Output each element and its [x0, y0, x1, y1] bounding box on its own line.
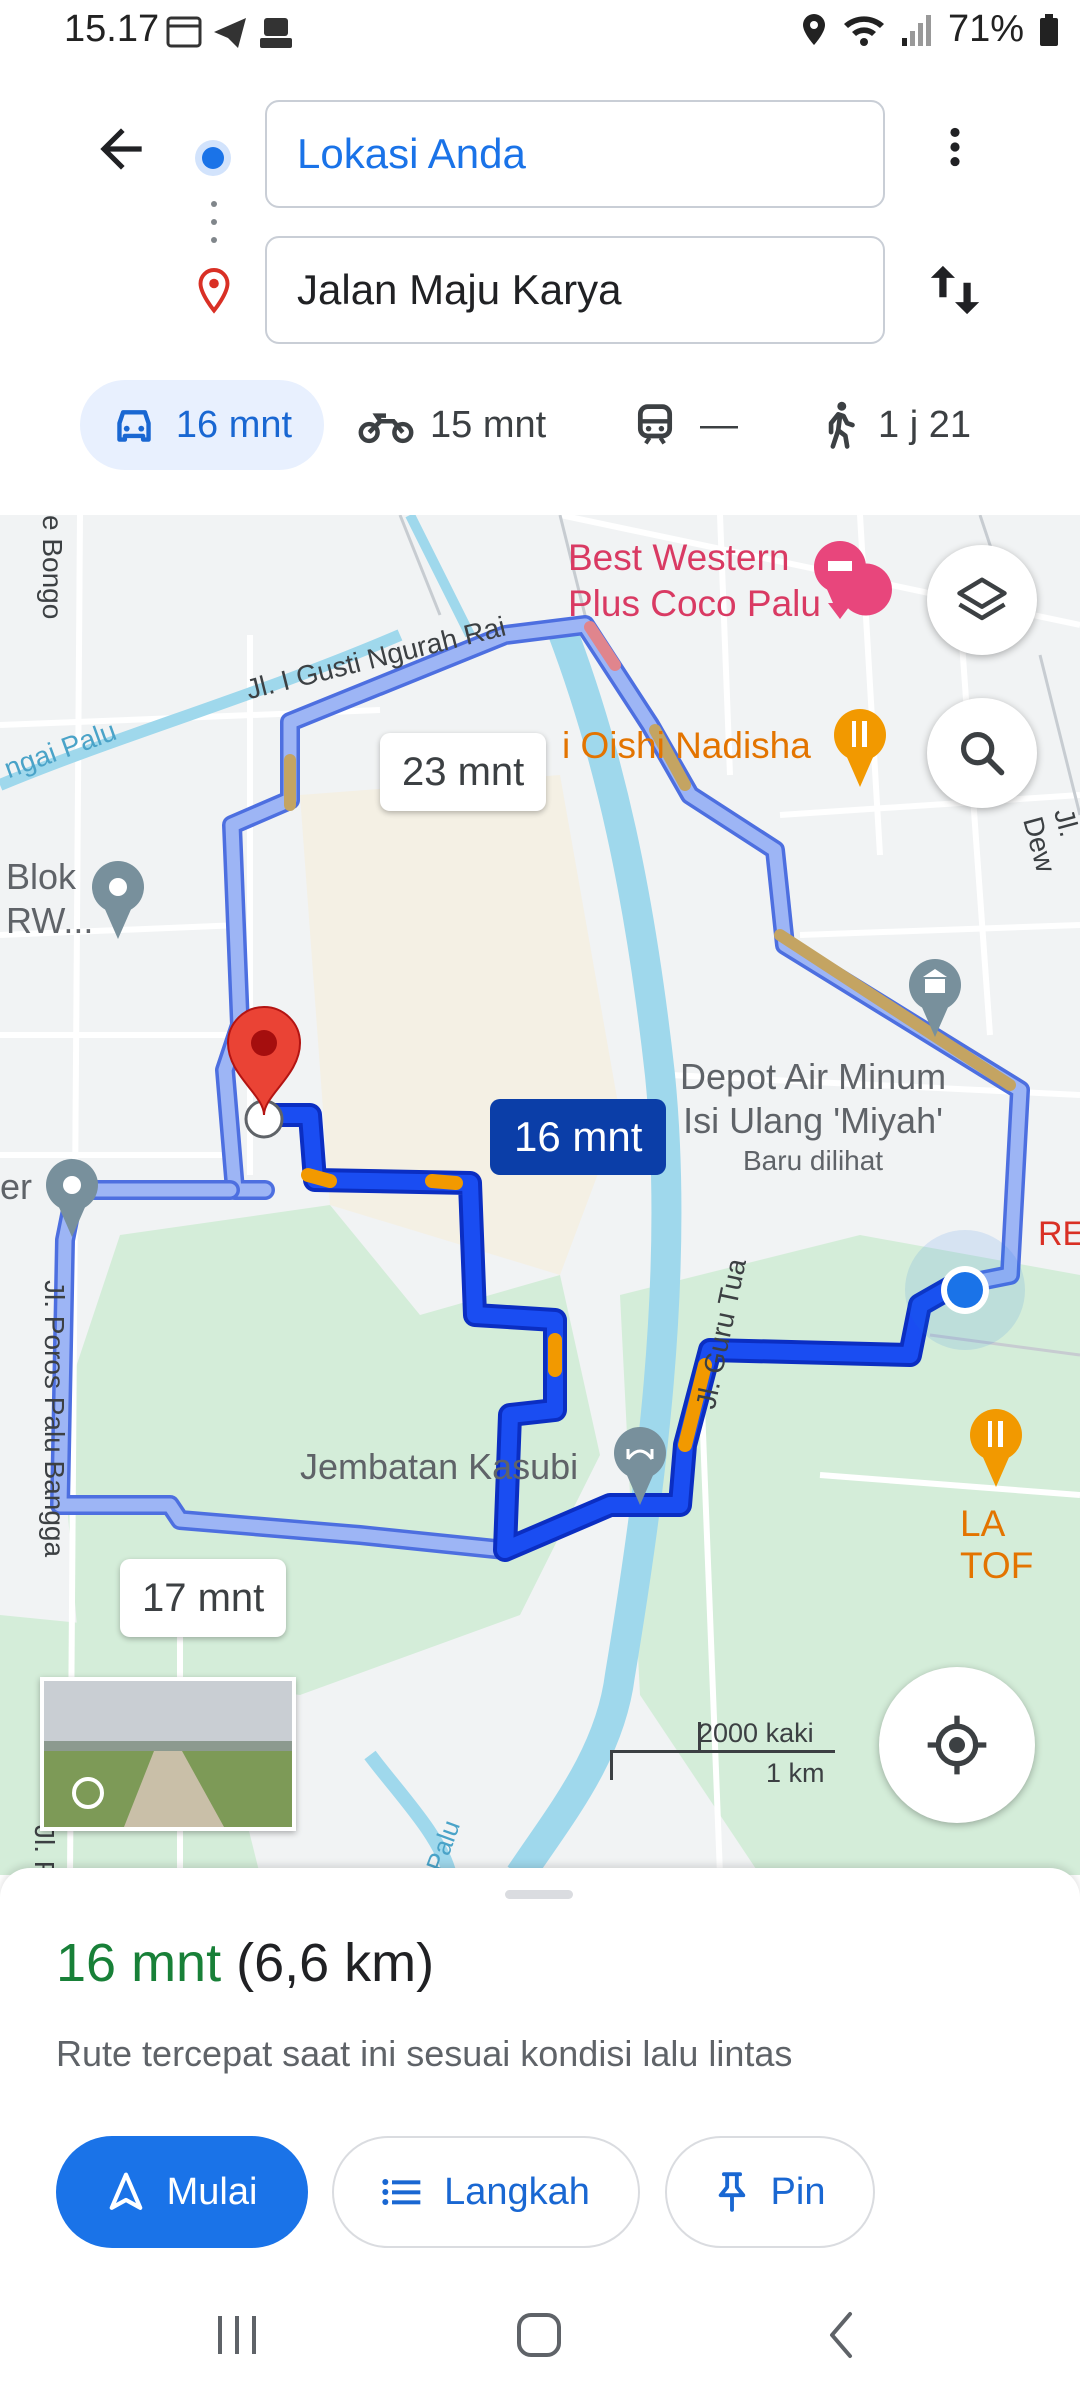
battery-icon — [1040, 13, 1058, 46]
drag-handle[interactable] — [505, 1890, 573, 1899]
system-nav-bar — [0, 2290, 1080, 2408]
steps-label: Langkah — [444, 2170, 590, 2213]
poi-restaurant-label[interactable]: i Oishi Nadisha — [562, 725, 811, 767]
destination-pin-icon — [196, 268, 232, 319]
origin-input[interactable]: Lokasi Anda — [265, 100, 885, 208]
home-button[interactable] — [514, 2310, 564, 2365]
mode-motorbike-tab[interactable]: 15 mnt — [358, 380, 546, 470]
recent-apps-icon — [218, 2316, 256, 2354]
list-icon — [382, 2179, 421, 2205]
poi-restaurant2-label[interactable]: LA TOF — [960, 1503, 1080, 1587]
street-view-thumbnail[interactable] — [40, 1677, 296, 1831]
signal-icon — [901, 14, 931, 46]
pin-button[interactable]: Pin — [665, 2136, 875, 2248]
walk-icon — [828, 401, 855, 449]
route-bottom-sheet[interactable]: 16 mnt (6,6 km) Rute tercepat saat ini s… — [0, 1868, 1080, 2408]
scale-imperial: 2000 kaki — [698, 1718, 814, 1748]
route-duration: 16 mnt — [56, 1933, 222, 1993]
back-nav-button[interactable] — [822, 2310, 862, 2365]
origin-dot-icon — [193, 138, 233, 183]
search-button[interactable] — [927, 698, 1037, 808]
system-icons: 71% — [800, 8, 1060, 51]
map-scale: 2000 kaki 1 km — [610, 1718, 835, 1788]
pushpin-icon — [718, 2172, 745, 2212]
location-icon — [802, 13, 825, 45]
poi-left-edge-label: er — [0, 1166, 33, 1207]
back-arrow-icon — [100, 128, 142, 170]
hotel-marker-icon — [814, 541, 892, 619]
poi-depot-label[interactable]: Depot Air Minum Isi Ulang 'Miyah' Baru di… — [680, 1055, 946, 1179]
start-label: Mulai — [166, 2170, 258, 2213]
mode-transit-label: — — [700, 403, 738, 446]
route-dots — [211, 200, 217, 249]
route-chip-alt-bottom[interactable]: 17 mnt — [120, 1559, 287, 1637]
car-icon — [117, 410, 151, 442]
back-button[interactable] — [90, 118, 152, 185]
left-marker-icon — [46, 1159, 98, 1237]
poi-hotel-label[interactable]: Best Western Plus Coco Palu — [568, 535, 821, 627]
road-label-bongo: e Bongo — [37, 515, 68, 620]
swap-vert-icon — [930, 265, 980, 315]
more-options-button[interactable] — [930, 122, 980, 177]
more-vert-icon — [950, 127, 960, 167]
battery-percent: 71% — [947, 8, 1024, 50]
layers-button[interactable] — [927, 545, 1037, 655]
crosshair-icon — [927, 1715, 987, 1775]
directions-header: Lokasi Anda Jalan Maju Karya 16 mnt 15 m… — [0, 70, 1080, 515]
road-label-poros: Jl. Poros Palu Bangga — [39, 1280, 70, 1558]
pin-label: Pin — [770, 2170, 826, 2213]
back-chevron-icon — [830, 2312, 852, 2358]
poi-right-edge-label: RE — [1038, 1215, 1080, 1253]
start-button[interactable]: Mulai — [56, 2136, 308, 2248]
mode-motorbike-label: 15 mnt — [430, 403, 547, 446]
route-chip-alt-top[interactable]: 23 mnt — [380, 733, 547, 811]
route-subtitle: Rute tercepat saat ini sesuai kondisi la… — [56, 2033, 793, 2074]
route-summary: 16 mnt (6,6 km) — [56, 1932, 434, 1994]
mode-car-tab[interactable]: 16 mnt — [80, 380, 324, 470]
map-view[interactable]: Best Western Plus Coco Palu i Oishi Nadis… — [0, 515, 1080, 1875]
mode-walk-label: 1 j 21 — [878, 403, 971, 446]
poi-bridge-label[interactable]: Jembatan Kasubi — [300, 1445, 578, 1489]
route-distance: (6,6 km) — [236, 1933, 435, 1993]
mode-transit-tab[interactable]: — — [636, 380, 738, 470]
motorbike-icon — [358, 413, 414, 444]
map-canvas — [0, 515, 1080, 1875]
status-time: 15.17 — [64, 8, 160, 50]
navigation-arrow-icon — [109, 2172, 142, 2210]
notification-icons — [166, 12, 296, 61]
steps-button[interactable]: Langkah — [332, 2136, 640, 2248]
wifi-icon — [843, 15, 884, 46]
recent-apps-button[interactable] — [214, 2312, 260, 2363]
train-icon — [637, 404, 673, 445]
destination-input[interactable]: Jalan Maju Karya — [265, 236, 885, 344]
home-icon — [517, 2313, 561, 2357]
mode-walk-tab[interactable]: 1 j 21 — [822, 380, 971, 470]
scale-metric: 1 km — [766, 1758, 825, 1788]
poi-blok-label[interactable]: Blok RW... — [6, 855, 93, 943]
mode-car-label: 16 mnt — [175, 403, 293, 446]
search-icon — [960, 731, 1005, 776]
status-bar: 15.17 71% — [0, 0, 1080, 70]
route-chip-selected[interactable]: 16 mnt — [490, 1099, 667, 1175]
my-location-button[interactable] — [879, 1667, 1035, 1823]
swap-button[interactable] — [926, 258, 984, 327]
layers-icon — [957, 577, 1007, 621]
